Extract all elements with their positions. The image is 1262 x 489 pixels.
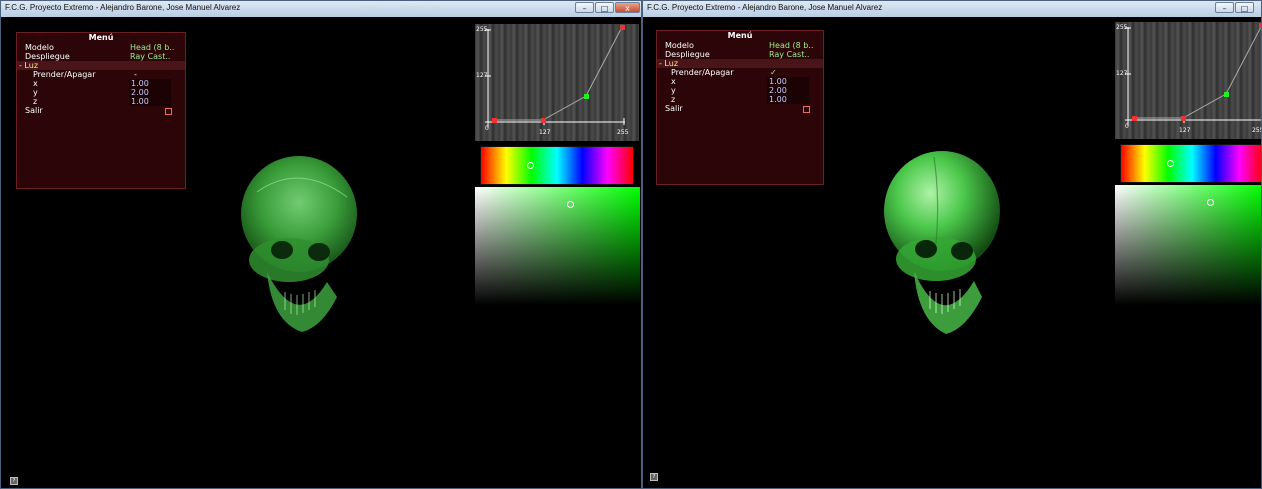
y-tick-label: 127 — [476, 72, 488, 79]
menu-label: Salir — [665, 104, 683, 113]
y-tick-label: 255 — [1116, 24, 1128, 31]
hue-slider[interactable] — [1120, 144, 1261, 183]
control-point[interactable] — [492, 118, 497, 123]
light-y-field[interactable]: 2.00 — [767, 86, 809, 95]
light-x-field[interactable]: 1.00 — [767, 77, 809, 86]
menu-label: x — [33, 79, 38, 88]
menu-row-y[interactable]: y 2.00 — [17, 88, 185, 97]
y-tick-label: 0 — [485, 125, 489, 132]
control-point[interactable] — [541, 118, 546, 123]
x-tick-label: 127 — [1179, 127, 1191, 134]
menu-row-modelo[interactable]: Modelo Head (8 b.. — [657, 41, 823, 50]
saturation-value-picker[interactable] — [1115, 185, 1261, 305]
menu-row-prender-apagar[interactable]: Prender/Apagar - — [17, 70, 185, 79]
light-z-field[interactable]: 1.00 — [767, 95, 809, 104]
group-label: - Luz — [659, 59, 679, 68]
menu-row-modelo[interactable]: Modelo Head (8 b.. — [17, 43, 185, 52]
light-toggle-value[interactable]: - — [134, 70, 137, 79]
app-window-left: F.C.G. Proyecto Extremo - Alejandro Baro… — [0, 0, 642, 489]
light-toggle-value[interactable]: ✓ — [770, 68, 777, 77]
taskbar-item[interactable]: Jewel — [361, 1, 379, 15]
x-tick-label: 255 — [617, 129, 629, 136]
menu-title: Menú — [88, 33, 114, 42]
help-icon[interactable]: ? — [10, 477, 18, 485]
menu-row-x[interactable]: x 1.00 — [17, 79, 185, 88]
saturation-value-picker[interactable] — [475, 187, 640, 305]
help-icon[interactable]: ? — [650, 473, 658, 481]
menu-row-x[interactable]: x 1.00 — [657, 77, 823, 86]
y-tick-label: 255 — [476, 26, 488, 33]
menu-row-despliegue[interactable]: Despliegue Ray Cast.. — [17, 52, 185, 61]
maximize-button[interactable]: □ — [1235, 2, 1254, 13]
minimize-button[interactable]: – — [575, 2, 594, 13]
light-y-field[interactable]: 2.00 — [129, 88, 171, 97]
group-label: - Luz — [19, 61, 39, 70]
menu-label: y — [33, 88, 38, 97]
menu-label: y — [671, 86, 676, 95]
model-value[interactable]: Head (8 b.. — [130, 43, 174, 52]
menu-label: z — [33, 97, 38, 106]
menu-group-luz[interactable]: - Luz — [657, 59, 823, 68]
x-tick-label: 127 — [539, 129, 551, 136]
menu-label: Prender/Apagar — [671, 68, 734, 77]
transfer-function-graph[interactable] — [1115, 22, 1262, 139]
menu-label: z — [671, 95, 676, 104]
control-point[interactable] — [620, 25, 625, 30]
settings-menu: Menú Modelo Head (8 b.. Despliegue Ray C… — [656, 30, 824, 185]
control-point[interactable] — [584, 94, 589, 99]
sv-picker-handle[interactable] — [1207, 199, 1214, 206]
menu-group-luz[interactable]: - Luz — [17, 61, 185, 70]
render-viewport[interactable]: Menú Modelo Head (8 b.. Despliegue Ray C… — [2, 17, 640, 487]
checkbox-icon[interactable] — [165, 108, 172, 115]
menu-title: Menú — [727, 31, 753, 40]
hue-picker-handle[interactable] — [1167, 160, 1174, 167]
window-title: F.C.G. Proyecto Extremo - Alejandro Baro… — [647, 3, 883, 12]
menu-row-y[interactable]: y 2.00 — [657, 86, 823, 95]
app-window-right: F.C.G. Proyecto Extremo - Alejandro Baro… — [642, 0, 1262, 489]
minimize-button[interactable]: – — [1215, 2, 1234, 13]
hue-picker-handle[interactable] — [527, 162, 534, 169]
light-x-field[interactable]: 1.00 — [129, 79, 171, 88]
render-viewport[interactable]: Menú Modelo Head (8 b.. Despliegue Ray C… — [644, 17, 1262, 487]
hue-slider[interactable] — [480, 146, 634, 185]
menu-row-despliegue[interactable]: Despliegue Ray Cast.. — [657, 50, 823, 59]
menu-label: Modelo — [665, 41, 694, 50]
y-tick-label: 0 — [1125, 123, 1129, 130]
skull-volume-render[interactable] — [874, 149, 1009, 344]
transfer-function-editor[interactable]: 255 127 0 127 255 — [1115, 22, 1262, 139]
light-z-field[interactable]: 1.00 — [129, 97, 171, 106]
maximize-button[interactable]: □ — [595, 2, 614, 13]
transfer-function-graph[interactable] — [475, 24, 639, 141]
menu-row-z[interactable]: z 1.00 — [17, 97, 185, 106]
sv-picker-handle[interactable] — [567, 201, 574, 208]
menu-label: x — [671, 77, 676, 86]
menu-row-salir[interactable]: Salir — [657, 104, 823, 113]
menu-row-prender-apagar[interactable]: Prender/Apagar ✓ — [657, 68, 823, 77]
settings-menu: Menú Modelo Head (8 b.. Despliegue Ray C… — [16, 32, 186, 189]
x-tick-label: 255 — [1252, 127, 1261, 134]
checkbox-icon[interactable] — [803, 106, 810, 113]
menu-row-z[interactable]: z 1.00 — [657, 95, 823, 104]
control-point[interactable] — [1224, 92, 1229, 97]
menu-label: Despliegue — [25, 52, 70, 61]
control-point[interactable] — [1132, 116, 1137, 121]
menu-label: Prender/Apagar — [33, 70, 96, 79]
taskbar-item[interactable]: Finanz... pc — [399, 1, 439, 15]
y-tick-label: 127 — [1116, 70, 1128, 77]
menu-row-salir[interactable]: Salir — [17, 106, 185, 115]
render-mode-value[interactable]: Ray Cast.. — [769, 50, 809, 59]
transfer-function-editor[interactable]: 255 127 0 127 255 — [475, 24, 639, 141]
control-point[interactable] — [1181, 116, 1186, 121]
menu-label: Modelo — [25, 43, 54, 52]
menu-label: Despliegue — [665, 50, 710, 59]
title-bar[interactable]: F.C.G. Proyecto Extremo - Alejandro Baro… — [643, 1, 1261, 17]
skull-volume-render[interactable] — [227, 152, 367, 342]
model-value[interactable]: Head (8 b.. — [769, 41, 813, 50]
close-button[interactable]: x — [615, 2, 640, 13]
menu-label: Salir — [25, 106, 43, 115]
title-bar[interactable]: F.C.G. Proyecto Extremo - Alejandro Baro… — [1, 1, 641, 17]
window-title: F.C.G. Proyecto Extremo - Alejandro Baro… — [5, 3, 241, 12]
render-mode-value[interactable]: Ray Cast.. — [130, 52, 170, 61]
